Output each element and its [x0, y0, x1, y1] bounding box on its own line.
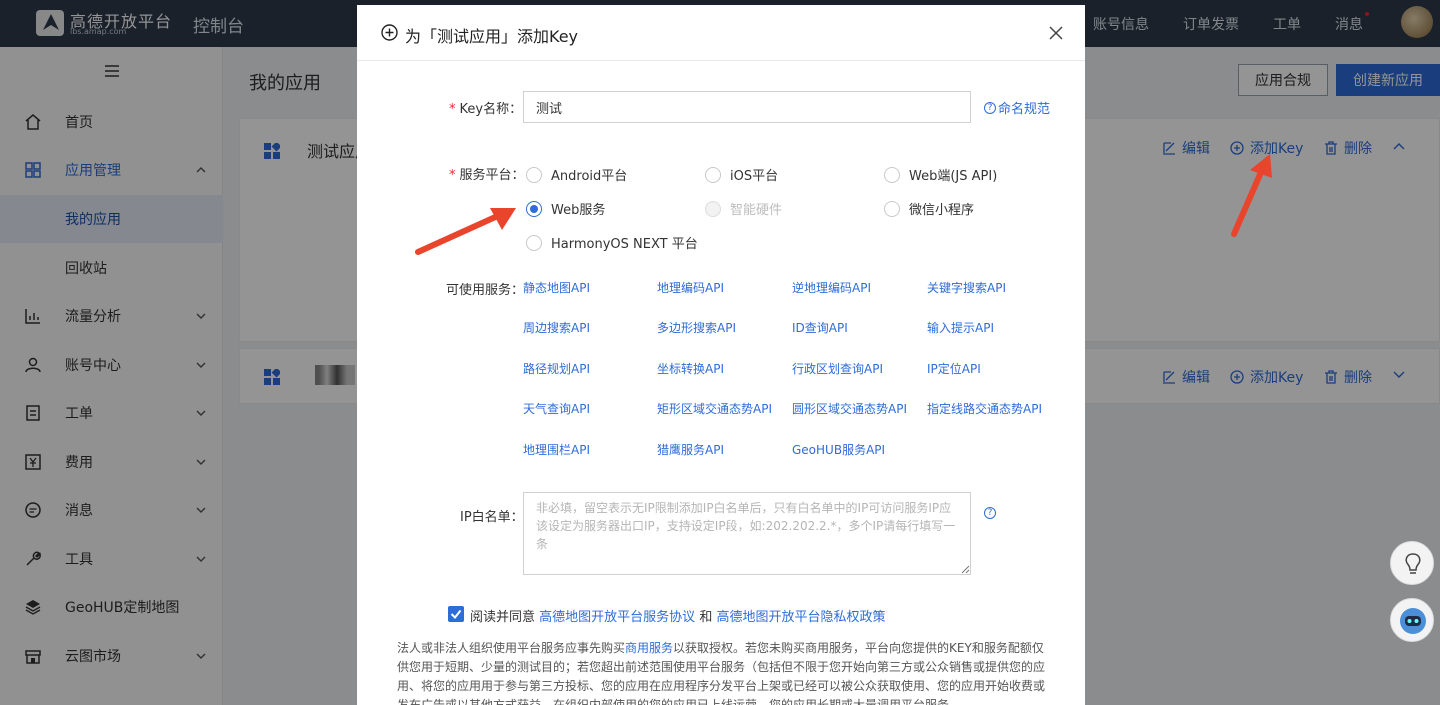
add-circle-icon: [381, 24, 398, 41]
service-link[interactable]: 地理围栏API: [523, 441, 590, 458]
service-link[interactable]: IP定位API: [927, 360, 981, 377]
key-name-input[interactable]: [523, 91, 971, 123]
service-link[interactable]: 逆地理编码API: [792, 279, 871, 296]
service-link[interactable]: 行政区划查询API: [792, 360, 883, 377]
service-link[interactable]: 矩形区域交通态势API: [657, 400, 772, 417]
radio-circle: [705, 166, 721, 183]
service-link[interactable]: GeoHUB服务API: [792, 441, 885, 458]
radio-circle: [526, 234, 542, 251]
question-icon: ?: [984, 101, 996, 114]
service-link[interactable]: 关键字搜索API: [927, 279, 1006, 296]
agreement-text: 阅读并同意 高德地图开放平台服务协议 和 高德地图开放平台隐私权政策: [470, 610, 886, 625]
service-agreement-link[interactable]: 高德地图开放平台服务协议: [539, 610, 695, 625]
assistant-robot-icon: [1400, 608, 1426, 634]
platform-label: * 服务平台：: [449, 168, 525, 183]
service-link[interactable]: 路径规划API: [523, 360, 590, 377]
add-key-dialog: 为「测试应用」添加Key *Key名称： ?命名规范 *服务平台： Androi…: [357, 5, 1085, 705]
key-name-label: * Key名称：: [449, 102, 523, 117]
radio-circle: [884, 200, 900, 217]
service-link[interactable]: 指定线路交通态势API: [927, 400, 1042, 417]
dialog-title: 为「测试应用」添加Key: [405, 27, 579, 46]
service-link[interactable]: 坐标转换API: [657, 360, 724, 377]
agree-checkbox[interactable]: [448, 606, 464, 622]
dialog-header: 为「测试应用」添加Key: [357, 5, 1085, 61]
radio-smart-hardware: 智能硬件: [705, 199, 782, 218]
service-link[interactable]: 天气查询API: [523, 400, 590, 417]
required-mark: *: [449, 168, 456, 183]
radio-web-js-api[interactable]: Web端(JS API): [884, 165, 997, 184]
tips-button[interactable]: [1390, 541, 1434, 585]
service-link[interactable]: ID查询API: [792, 319, 848, 336]
resize-handle-icon[interactable]: [961, 565, 970, 574]
radio-wechat-mini-program[interactable]: 微信小程序: [884, 199, 974, 218]
commercial-service-link[interactable]: 商用服务: [625, 641, 673, 655]
service-link[interactable]: 周边搜索API: [523, 319, 590, 336]
service-link[interactable]: 多边形搜索API: [657, 319, 736, 336]
annotation-arrow-add-key: [1231, 154, 1272, 237]
assistant-avatar-button[interactable]: [1390, 598, 1434, 642]
radio-circle: [526, 166, 542, 183]
naming-rules-link[interactable]: ? 命名规范: [984, 98, 1050, 117]
service-link[interactable]: 静态地图API: [523, 279, 590, 296]
lightbulb-icon: [1405, 553, 1421, 574]
radio-harmonyos[interactable]: HarmonyOS NEXT 平台: [526, 233, 698, 252]
radio-android[interactable]: Android平台: [526, 165, 627, 184]
annotation-arrow-web-service: [415, 208, 516, 255]
commercial-notice: 法人或非法人组织使用平台服务应事先购买商用服务以获取授权。若您未购买商用服务，平…: [397, 641, 1046, 705]
service-link[interactable]: 输入提示API: [927, 319, 994, 336]
ip-whitelist-label: IP白名单：: [460, 510, 524, 525]
service-link[interactable]: 猎鹰服务API: [657, 441, 724, 458]
privacy-policy-link[interactable]: 高德地图开放平台隐私权政策: [716, 610, 885, 625]
radio-circle: [705, 200, 721, 217]
ip-whitelist-textarea[interactable]: 非必填，留空表示无IP限制添加IP白名单后，只有白名单中的IP可访问服务IP应该…: [523, 492, 971, 575]
service-link[interactable]: 圆形区域交通态势API: [792, 400, 907, 417]
radio-ios[interactable]: iOS平台: [705, 165, 778, 184]
radio-circle: [526, 200, 542, 217]
question-icon[interactable]: ?: [984, 507, 996, 519]
check-icon: [450, 609, 462, 620]
close-icon[interactable]: [1049, 26, 1063, 40]
service-link[interactable]: 地理编码API: [657, 279, 724, 296]
required-mark: *: [449, 102, 456, 117]
radio-web-service[interactable]: Web服务: [526, 199, 605, 218]
services-label: 可使用服务：: [446, 283, 525, 298]
radio-circle: [884, 166, 900, 183]
